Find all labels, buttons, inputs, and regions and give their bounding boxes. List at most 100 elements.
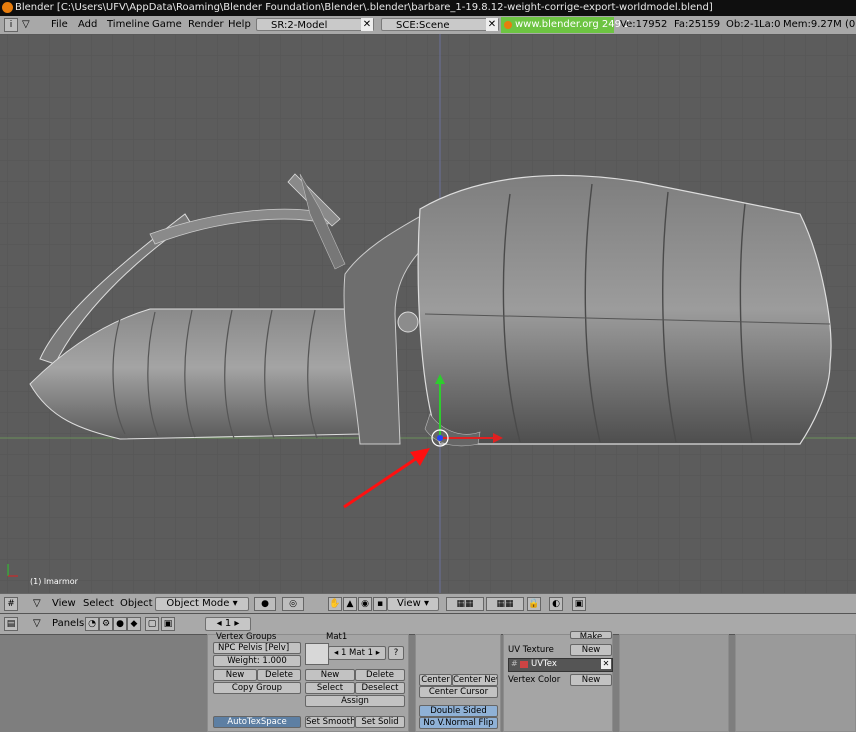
3d-viewport[interactable]: (1) lmarmor [0,34,856,593]
double-sided-toggle[interactable]: Double Sided [419,705,498,717]
stat-memory: Mem:9.27M (0.05 [783,19,856,30]
render-preview-icon[interactable]: ◐ [549,597,563,611]
copy-group-button[interactable]: Copy Group [213,682,301,694]
center-new-button[interactable]: Center New [452,674,498,686]
viewport-canvas [0,34,856,593]
orientation-value: View [397,598,421,609]
blender-web-link[interactable]: www.blender.org 249.2 [501,17,631,33]
close-icon[interactable]: ✕ [361,18,373,31]
set-solid-button[interactable]: Set Solid [355,716,405,728]
close-icon[interactable]: ✕ [486,18,498,31]
stat-objects: Ob:2-1 [726,19,760,30]
vertex-group-dropdown[interactable]: NPC Pelvis [Pelv] [213,642,301,654]
collapse-arrow-icon[interactable]: ▽ [33,594,41,614]
weight-value: Weight: 1.000 [227,656,287,666]
menu-object[interactable]: Object [120,594,153,614]
layer-buttons-left[interactable]: ▦▦ [446,597,484,611]
uv-texture-panel: Make UV Texture New # UVTex ✕ Vertex Col… [503,631,613,732]
stat-lamps: La:0 [759,19,781,30]
scene-context-icon[interactable]: ▣ [161,617,175,631]
material-color-swatch[interactable] [305,643,329,665]
scene-selector[interactable]: SCE:Scene ✕ [381,18,499,31]
screen-selector[interactable]: SR:2-Model ✕ [256,18,374,31]
draw-type-icon[interactable]: ● [254,597,276,611]
rotate-icon[interactable]: ◉ [358,597,372,611]
material-deselect-button[interactable]: Deselect [355,682,405,694]
link-materials-panel: Vertex Groups Mat1 NPC Pelvis [Pelv] Wei… [207,632,409,732]
menu-view[interactable]: View [52,594,76,614]
menu-file[interactable]: File [51,16,68,34]
vertex-color-new-button[interactable]: New [570,674,612,686]
stat-vertices: Ve:17952 [620,19,668,30]
material-new-button[interactable]: New [305,669,355,681]
info-header: i ▽ File Add Timeline Game Render Help S… [0,16,856,35]
menu-game[interactable]: Game [152,16,182,34]
lock-icon[interactable]: 🔒 [527,597,541,611]
center-cursor-button[interactable]: Center Cursor [419,686,498,698]
menu-add[interactable]: Add [78,16,97,34]
layer-buttons-right[interactable]: ▦▦ [486,597,524,611]
frame-value: 1 [224,618,232,629]
vgroup-delete-button[interactable]: Delete [257,669,301,681]
orientation-dropdown[interactable]: View ▾ [387,597,439,611]
close-icon[interactable]: ✕ [601,659,611,669]
collapse-arrow-icon[interactable]: ▽ [33,614,41,634]
blender-logo-icon [504,21,512,29]
window-title: Blender [C:\Users\UFV\AppData\Roaming\Bl… [15,2,713,13]
frame-counter[interactable]: ◂ 1 ▸ [205,617,251,631]
mode-dropdown[interactable]: Object Mode ▾ [155,597,249,611]
editor-type-icon[interactable]: i [4,18,18,32]
scale-icon[interactable]: ▪ [373,597,387,611]
scene-name: SCE:Scene [396,20,450,31]
make-button[interactable]: Make [570,631,612,639]
material-index-selector[interactable]: ◂ 1 Mat 1 ▸ [328,646,386,660]
script-context-icon[interactable]: ⚙ [99,617,113,631]
grid-editor-icon[interactable]: # [4,597,18,611]
uv-texture-label: UV Texture [508,645,554,655]
vertex-group-name: NPC Pelvis [Pelv] [218,643,290,653]
shading-context-icon[interactable]: ● [113,617,127,631]
editing-context-icon[interactable]: ▢ [145,617,159,631]
blender-logo-icon [2,2,13,13]
window-titlebar: Blender [C:\Users\UFV\AppData\Roaming\Bl… [0,0,856,16]
material-assign-button[interactable]: Assign [305,695,405,707]
uv-layer-row[interactable]: # UVTex ✕ [508,658,613,672]
translate-icon[interactable]: ▲ [343,597,357,611]
uv-new-button[interactable]: New [570,644,612,656]
material-delete-button[interactable]: Delete [355,669,405,681]
buttons-editor-icon[interactable]: ▤ [4,617,18,631]
center-button[interactable]: Center [419,674,452,686]
pivot-point-icon[interactable]: ◎ [282,597,304,611]
material-select-button[interactable]: Select [305,682,355,694]
mesh-panel: Center Center New Center Cursor Double S… [415,634,501,732]
collapse-arrow-icon[interactable]: ▽ [22,16,30,34]
auto-tex-space-toggle[interactable]: AutoTexSpace [213,716,301,728]
no-vnormal-flip-toggle[interactable]: No V.Normal Flip [419,717,498,729]
3d-view-header: # ▽ View Select Object Object Mode ▾ ● ◎… [0,593,856,614]
screen-name: SR:2-Model [271,20,328,31]
weight-slider[interactable]: Weight: 1.000 [213,655,301,667]
web-link-text: www.blender.org 249.2 [515,19,631,30]
object-label: (1) lmarmor [30,577,78,586]
material-title: Mat1 [326,632,348,642]
render-uv-icon[interactable] [520,661,528,668]
panels-label: Panels [52,618,85,629]
mode-value: Object Mode [166,598,230,609]
set-smooth-button[interactable]: Set Smooth [305,716,355,728]
hand-icon[interactable]: ✋ [328,597,342,611]
menu-timeline[interactable]: Timeline [107,16,150,34]
material-help-button[interactable]: ? [388,646,404,660]
menu-render[interactable]: Render [188,16,224,34]
object-context-icon[interactable]: ◆ [127,617,141,631]
buttons-header: ▤ ▽ Panels ◔ ⚙ ● ◆ ▢ ▣ ◂ 1 ▸ [0,614,856,635]
empty-panel [619,634,729,732]
logic-context-icon[interactable]: ◔ [85,617,99,631]
stat-faces: Fa:25159 [674,19,721,30]
empty-panel [735,634,856,732]
vgroup-new-button[interactable]: New [213,669,257,681]
uv-grid-icon: # [511,659,518,668]
menu-help[interactable]: Help [228,16,251,34]
camera-render-icon[interactable]: ▣ [572,597,586,611]
menu-select[interactable]: Select [83,594,114,614]
vertex-color-label: Vertex Color [508,675,561,685]
